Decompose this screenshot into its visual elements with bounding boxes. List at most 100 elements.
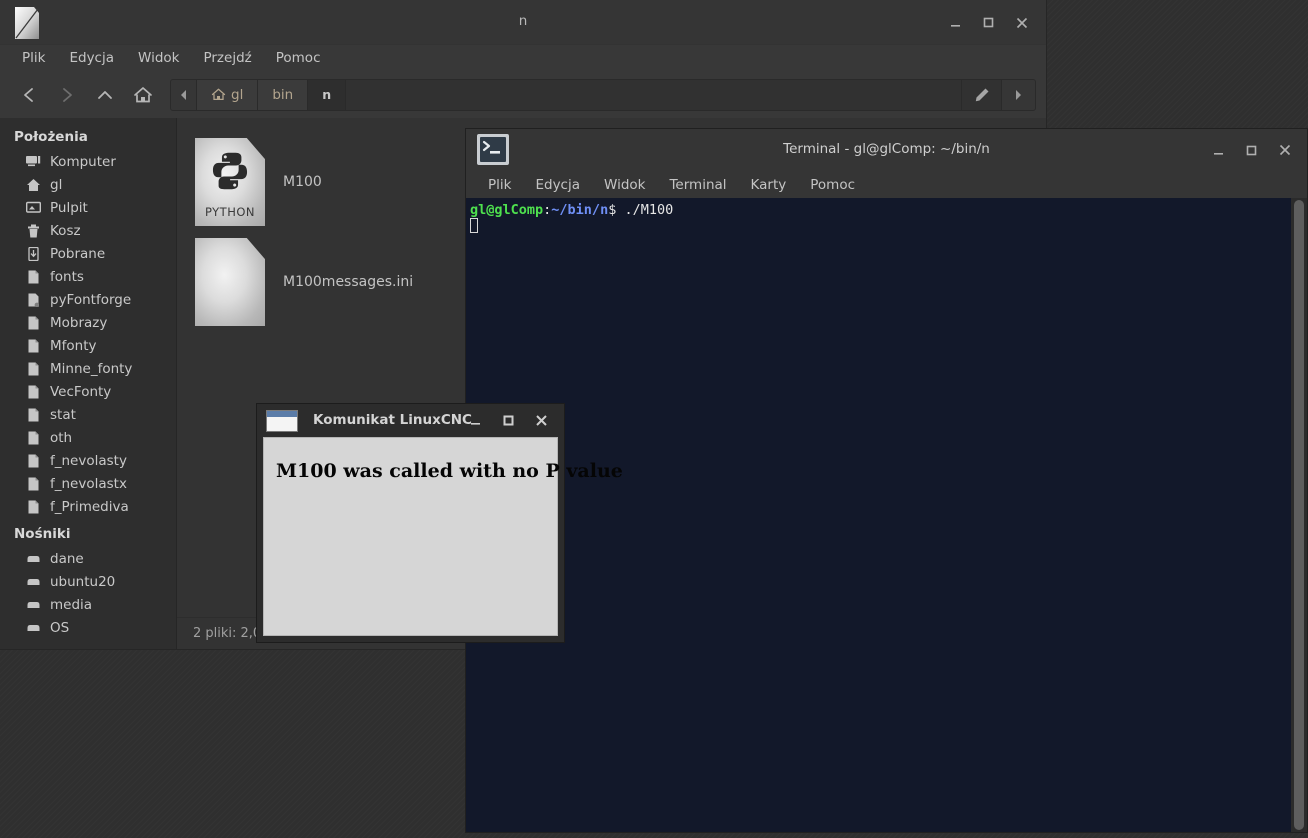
sidebar-item-pyfontforge[interactable]: pyFontforge	[0, 288, 176, 311]
sidebar-item-kosz[interactable]: Kosz	[0, 219, 176, 242]
sidebar-item-komputer[interactable]: Komputer	[0, 150, 176, 173]
breadcrumb-bin[interactable]: bin	[258, 79, 309, 110]
pencil-icon[interactable]	[961, 79, 1001, 110]
minimize-icon[interactable]	[1202, 128, 1235, 173]
terminal-cursor	[470, 218, 478, 233]
sidebar-label: Pobrane	[50, 245, 106, 262]
folder-icon	[26, 430, 41, 445]
terminal-menu-plik[interactable]: Plik	[476, 175, 523, 195]
pathbar-empty-space[interactable]	[346, 79, 961, 110]
prompt-command: ./M100	[624, 202, 674, 218]
drive-icon	[26, 551, 41, 566]
prompt-user-host: gl@glComp	[470, 202, 544, 218]
terminal-scrollbar-thumb[interactable]	[1294, 200, 1304, 830]
maximize-icon[interactable]	[1235, 128, 1268, 173]
minimize-icon[interactable]	[459, 404, 492, 437]
sidebar-label: f_nevolasty	[50, 452, 127, 469]
sidebar-item-oth[interactable]: oth	[0, 426, 176, 449]
home-icon	[26, 177, 41, 192]
dialog-title: Komunikat LinuxCNC	[313, 412, 472, 428]
sidebar-heading-polozenia: Położenia	[14, 129, 88, 145]
breadcrumb-bin-label: bin	[272, 86, 294, 103]
sidebar-item-f-nevolasty[interactable]: f_nevolasty	[0, 449, 176, 472]
up-arrow-icon[interactable]	[86, 78, 124, 112]
sidebar-item-pobrane[interactable]: Pobrane	[0, 242, 176, 265]
pathbar[interactable]: gl bin n	[170, 78, 1036, 111]
sidebar-item-media[interactable]: media	[0, 593, 176, 616]
menu-plik[interactable]: Plik	[10, 48, 57, 68]
menu-pomoc[interactable]: Pomoc	[264, 48, 333, 68]
terminal-menu-terminal[interactable]: Terminal	[657, 175, 738, 195]
back-arrow-icon[interactable]	[10, 78, 48, 112]
sidebar-item-f-nevolastx[interactable]: f_nevolastx	[0, 472, 176, 495]
drive-icon	[26, 620, 41, 635]
linuxcnc-message-dialog[interactable]: Komunikat LinuxCNC M100 was called with …	[256, 403, 623, 643]
sidebar[interactable]: Położenia Komputer gl Pulpit Kosz Pobran…	[0, 118, 177, 649]
pathbar-scroll-left-icon[interactable]	[171, 79, 197, 110]
file-manager-menubar[interactable]: Plik Edycja Widok Przejdź Pomoc	[0, 45, 1046, 71]
home-icon[interactable]	[124, 78, 162, 112]
folder-icon	[26, 499, 41, 514]
sidebar-item-fonts[interactable]: fonts	[0, 265, 176, 288]
maximize-icon[interactable]	[972, 0, 1005, 45]
sidebar-item-mobrazy[interactable]: Mobrazy	[0, 311, 176, 334]
sidebar-item-os[interactable]: OS	[0, 616, 176, 639]
terminal-menu-pomoc[interactable]: Pomoc	[798, 175, 867, 195]
pathbar-scroll-right-icon[interactable]	[1001, 79, 1035, 110]
sidebar-item-gl[interactable]: gl	[0, 173, 176, 196]
sidebar-label: Minne_fonty	[50, 360, 133, 377]
close-icon[interactable]	[1268, 128, 1301, 173]
dialog-titlebar[interactable]: Komunikat LinuxCNC	[257, 404, 564, 437]
file-manager-toolbar[interactable]: gl bin n	[0, 71, 1046, 118]
sidebar-item-dane[interactable]: dane	[0, 547, 176, 570]
terminal-scrollbar[interactable]	[1291, 198, 1307, 832]
dialog-window-controls[interactable]	[459, 404, 558, 437]
file-manager-titlebar[interactable]: n	[0, 0, 1046, 45]
sidebar-label: ubuntu20	[50, 573, 116, 590]
breadcrumb-n[interactable]: n	[308, 79, 347, 110]
sidebar-item-vecfonty[interactable]: VecFonty	[0, 380, 176, 403]
file-name-label: M100	[283, 174, 322, 190]
menu-przejdz[interactable]: Przejdź	[191, 48, 263, 68]
file-name-label: M100messages.ini	[283, 274, 414, 290]
sidebar-label: OS	[50, 619, 70, 636]
terminal-screen[interactable]: gl@glComp:~/bin/n$ ./M100	[466, 198, 1307, 832]
python-badge-label: PYTHON	[204, 205, 256, 219]
terminal-menu-widok[interactable]: Widok	[592, 175, 657, 195]
sidebar-item-minne-fonty[interactable]: Minne_fonty	[0, 357, 176, 380]
terminal-titlebar[interactable]: Terminal - gl@glComp: ~/bin/n	[466, 129, 1307, 171]
prompt-path: ~/bin/n	[551, 202, 609, 218]
close-icon[interactable]	[525, 404, 558, 437]
folder-icon	[26, 315, 41, 330]
home-icon	[211, 88, 226, 101]
downloads-icon	[26, 246, 41, 261]
sidebar-item-mfonty[interactable]: Mfonty	[0, 334, 176, 357]
terminal-title: Terminal - gl@glComp: ~/bin/n	[783, 141, 990, 157]
terminal-menubar[interactable]: Plik Edycja Widok Terminal Karty Pomoc	[466, 171, 1307, 198]
file-manager-window-controls[interactable]	[939, 0, 1038, 45]
sidebar-label: Kosz	[50, 222, 81, 239]
sidebar-label: media	[50, 596, 93, 613]
terminal-window-controls[interactable]	[1202, 129, 1301, 171]
terminal-menu-edycja[interactable]: Edycja	[523, 175, 592, 195]
maximize-icon[interactable]	[492, 404, 525, 437]
menu-edycja[interactable]: Edycja	[57, 48, 126, 68]
breadcrumb-gl[interactable]: gl	[197, 79, 259, 110]
sidebar-item-ubuntu20[interactable]: ubuntu20	[0, 570, 176, 593]
terminal-menu-karty[interactable]: Karty	[739, 175, 799, 195]
menu-widok[interactable]: Widok	[126, 48, 191, 68]
desktop-icon	[26, 200, 41, 215]
folder-icon	[26, 361, 41, 376]
python-file-icon: PYTHON	[195, 138, 265, 226]
sidebar-label: Mfonty	[50, 337, 97, 354]
sidebar-label: f_nevolastx	[50, 475, 127, 492]
minimize-icon[interactable]	[939, 0, 972, 45]
drive-icon	[26, 574, 41, 589]
folder-icon	[26, 407, 41, 422]
sidebar-item-pulpit[interactable]: Pulpit	[0, 196, 176, 219]
sidebar-item-f-primediva[interactable]: f_Primediva	[0, 495, 176, 518]
sidebar-item-stat[interactable]: stat	[0, 403, 176, 426]
forward-arrow-icon[interactable]	[48, 78, 86, 112]
dialog-message: M100 was called with no P value	[276, 460, 623, 482]
close-icon[interactable]	[1005, 0, 1038, 45]
